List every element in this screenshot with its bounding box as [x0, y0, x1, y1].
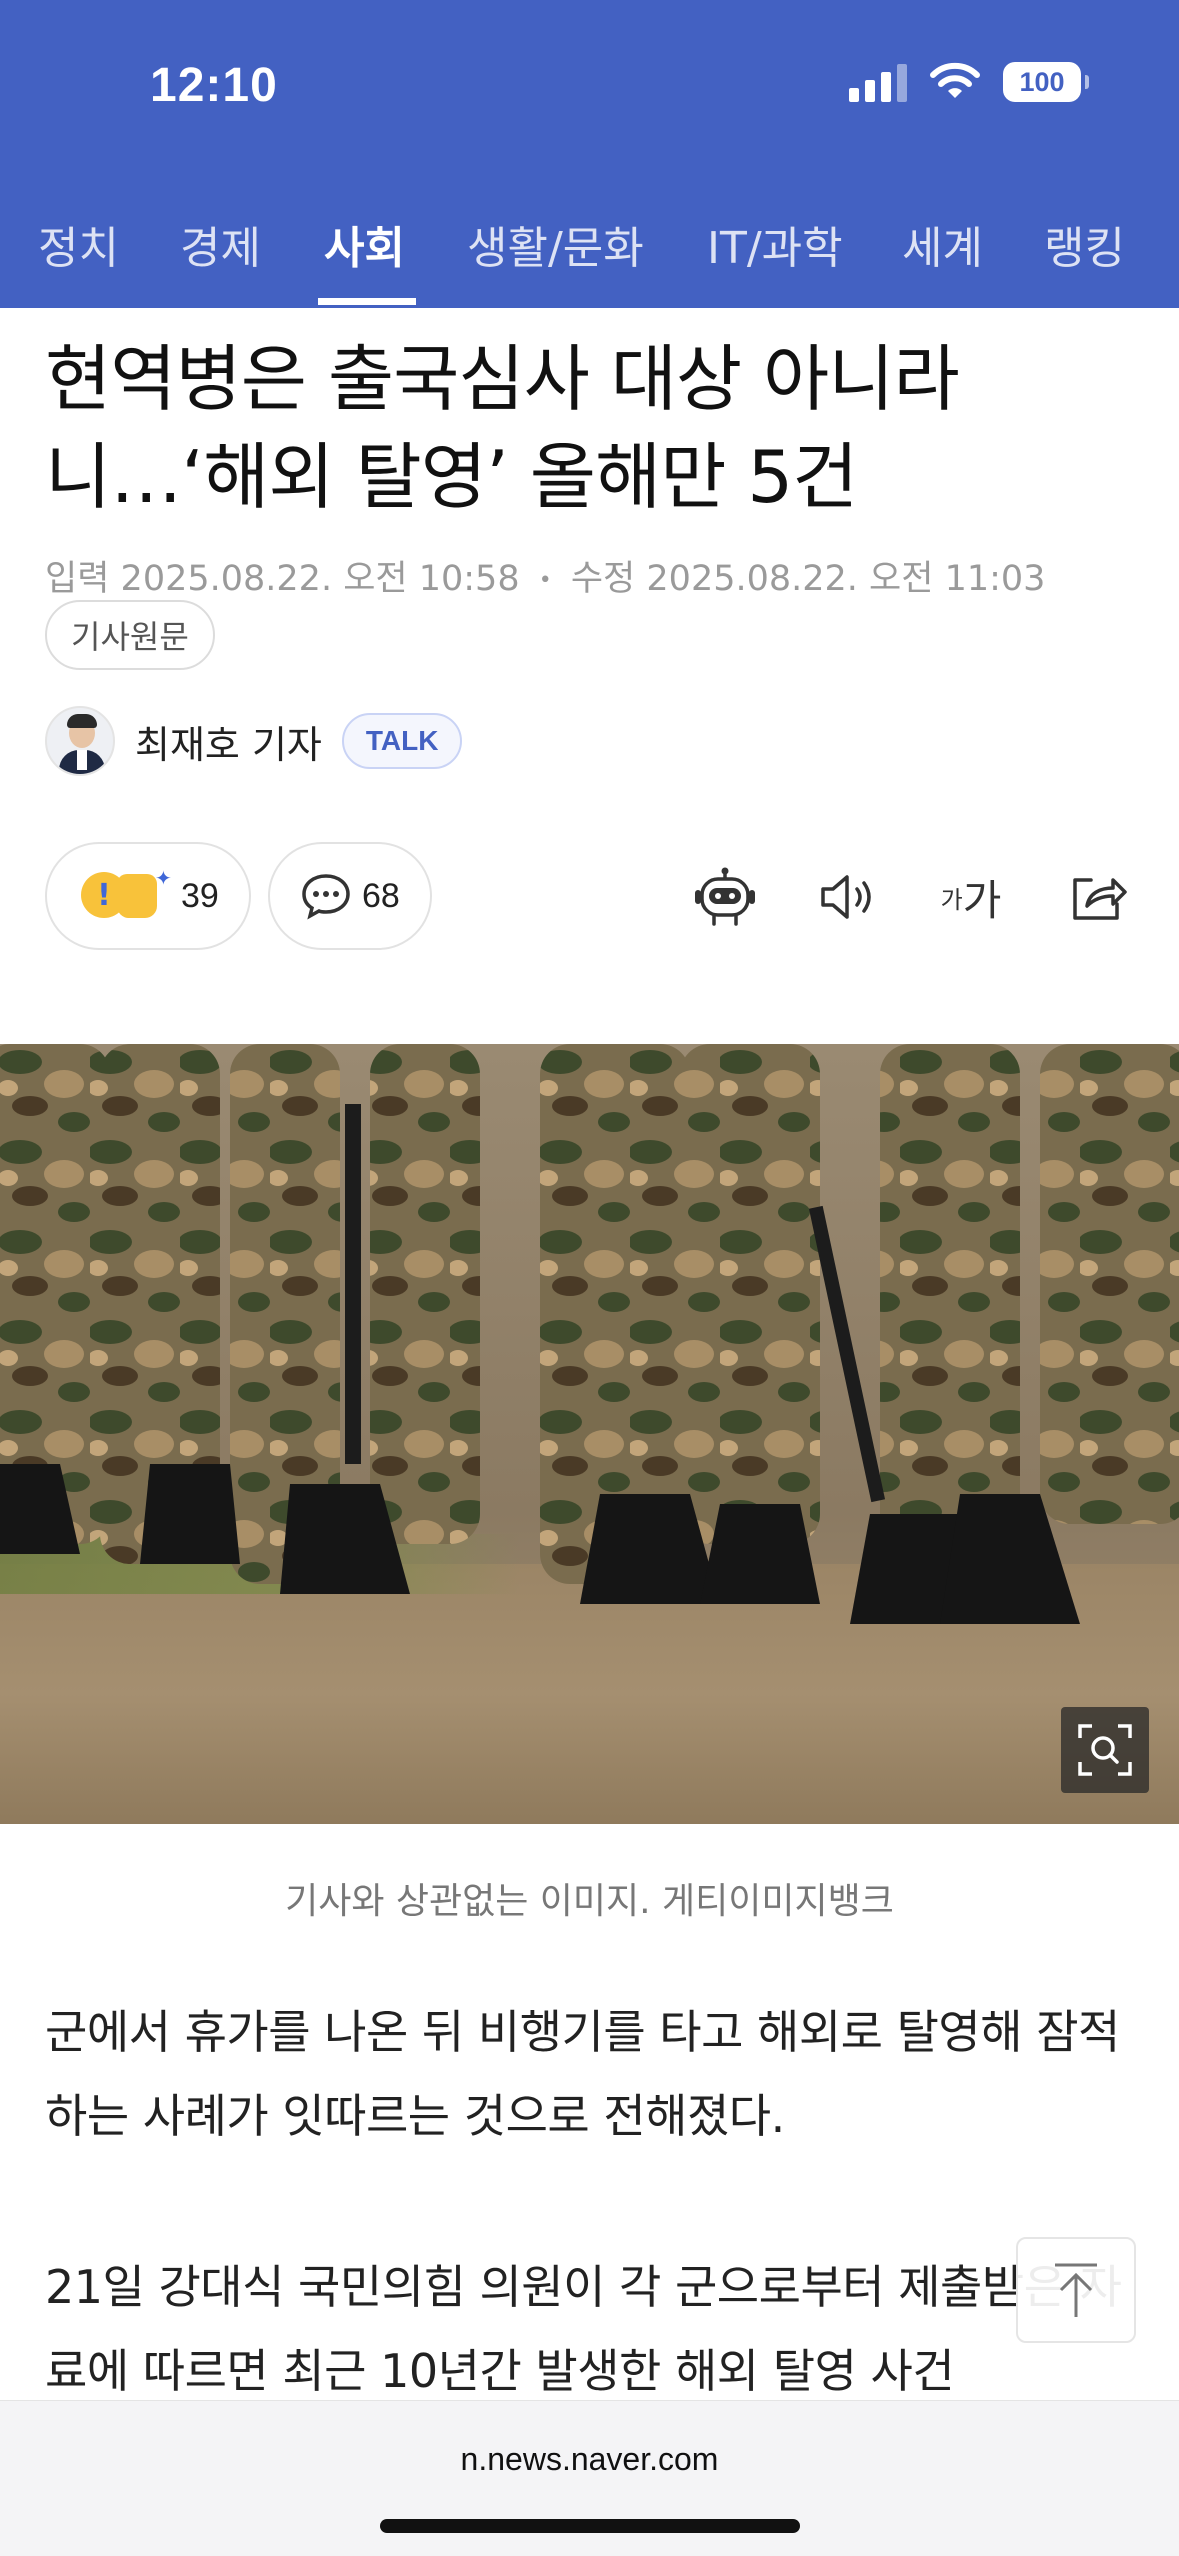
comment-bubble-icon — [302, 874, 350, 920]
font-size-large-label: 가 — [962, 875, 1002, 925]
article-photo[interactable] — [0, 1044, 1179, 1824]
reporter-name[interactable]: 최재호 기자 — [135, 714, 322, 769]
modified-label: 수정 — [570, 559, 636, 599]
tab-ranking[interactable]: 랭킹 — [1044, 212, 1125, 276]
share-icon — [1073, 878, 1127, 920]
photo-caption: 기사와 상관없는 이미지. 게티이미지뱅크 — [285, 1881, 894, 1922]
wifi-icon — [930, 62, 980, 98]
arrow-up-icon — [1055, 2263, 1097, 2317]
browser-address-bar: n.news.naver.com — [0, 2400, 1179, 2556]
speaker-icon — [821, 875, 871, 919]
tab-society[interactable]: 사회 — [324, 212, 405, 276]
article-dates: 입력 2025.08.22. 오전 10:58 • 수정 2025.08.22.… — [45, 550, 1045, 601]
published-date: 2025.08.22. 오전 10:58 — [120, 559, 520, 599]
category-tabs: 정치 경제 사회 생활/문화 IT/과학 세계 랭킹 — [0, 200, 1179, 308]
comment-count: 68 — [362, 876, 400, 915]
text-to-speech-button[interactable] — [816, 862, 880, 932]
summary-bot-button[interactable] — [690, 862, 760, 932]
tab-politics[interactable]: 정치 — [38, 212, 119, 276]
image-zoom-icon — [1078, 1724, 1132, 1776]
battery-icon: 100 — [1003, 62, 1089, 102]
photo-soldiers — [0, 1044, 1179, 1624]
reaction-emoji-icon: ! ✦ — [77, 866, 172, 926]
share-button[interactable] — [1066, 862, 1132, 932]
original-article-button[interactable]: 기사원문 — [45, 600, 215, 670]
app-header: 12:10 100 정치 경제 사회 생활/문화 IT/과학 세계 랭킹 — [0, 0, 1179, 308]
cellular-signal-icon — [849, 62, 907, 102]
date-separator: • — [538, 567, 552, 593]
article-headline: 현역병은 출국심사 대상 아니라니…‘해외 탈영’ 올해만 5건 — [45, 337, 960, 519]
reporter-avatar[interactable] — [45, 706, 115, 776]
home-indicator[interactable] — [380, 2519, 800, 2533]
modified-date: 2025.08.22. 오전 11:03 — [646, 559, 1046, 599]
scroll-to-top-button[interactable] — [1016, 2237, 1136, 2343]
reporter-info: 최재호 기자 TALK — [45, 706, 463, 776]
status-time: 12:10 — [150, 59, 278, 112]
article-paragraph: 21일 강대식 국민의힘 의원이 각 군으로부터 제출받은 자료에 따르면 최근… — [45, 2260, 1122, 2398]
image-zoom-button[interactable] — [1061, 1707, 1149, 1793]
article-paragraph: 군에서 휴가를 나온 뒤 비행기를 타고 해외로 탈영해 잠적하는 사례가 잇따… — [45, 2005, 1120, 2143]
reaction-button[interactable]: ! ✦ 39 — [45, 842, 251, 950]
published-label: 입력 — [45, 559, 110, 599]
tab-world[interactable]: 세계 — [902, 212, 983, 276]
tab-it-science[interactable]: IT/과학 — [707, 212, 843, 276]
tab-life-culture[interactable]: 생활/문화 — [467, 212, 644, 276]
font-size-button[interactable]: 가가 — [936, 862, 1006, 932]
talk-button[interactable]: TALK — [341, 713, 463, 769]
active-tab-indicator — [318, 298, 416, 305]
robot-summary-icon — [695, 867, 755, 926]
font-size-small-label: 가 — [940, 885, 963, 914]
comment-button[interactable]: 68 — [268, 842, 432, 950]
status-icons: 100 — [849, 62, 1089, 102]
url-text[interactable]: n.news.naver.com — [0, 2441, 1179, 2478]
tab-economy[interactable]: 경제 — [180, 212, 261, 276]
reaction-count: 39 — [181, 876, 219, 915]
